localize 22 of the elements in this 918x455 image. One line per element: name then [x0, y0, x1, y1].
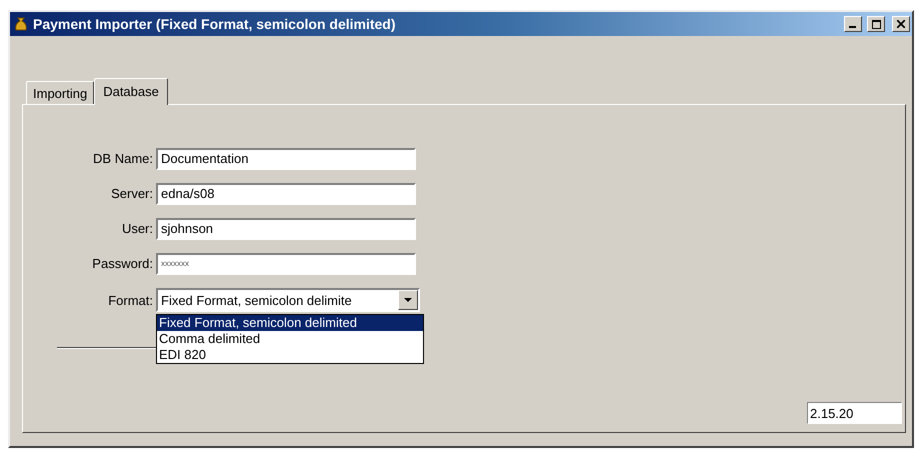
input-field[interactable]: sjohnson	[156, 218, 416, 240]
maximize-icon	[872, 20, 880, 28]
version-field: 2.15.20	[807, 402, 902, 424]
field-label: Server:	[110, 186, 154, 201]
tab[interactable]: Database	[94, 78, 168, 105]
field-label: Password:	[91, 256, 154, 271]
dropdown-button[interactable]	[398, 290, 418, 310]
field-label: DB Name:	[92, 151, 154, 166]
password-field[interactable]: xxxxxxx	[156, 252, 416, 274]
money-bag-icon	[14, 16, 28, 32]
caret-icon	[404, 298, 412, 302]
close-button[interactable]	[892, 16, 910, 32]
close-icon	[897, 20, 905, 28]
maximize-button[interactable]	[867, 16, 885, 32]
input-field[interactable]: edna/s08	[156, 182, 416, 204]
field-label: Format:	[107, 292, 154, 308]
window-title: Payment Importer (Fixed Format, semicolon delimited)	[33, 16, 397, 32]
input-field[interactable]: Documentation	[156, 148, 416, 170]
tab[interactable]: Importing	[26, 81, 94, 104]
dropdown-option[interactable]: Fixed Format, semicolon delimited	[157, 315, 423, 331]
minimize-button[interactable]	[844, 16, 862, 32]
field-label: User:	[120, 221, 154, 236]
